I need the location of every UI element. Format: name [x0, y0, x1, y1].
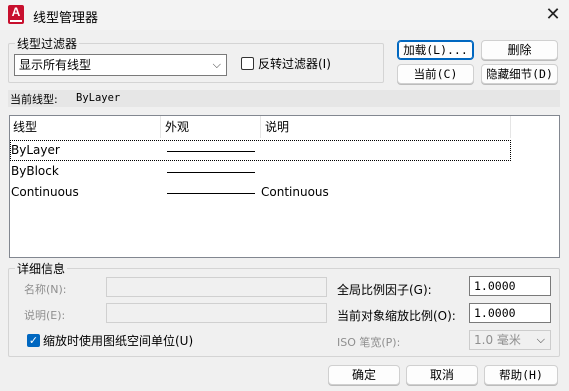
- invert-filter-label[interactable]: 反转过滤器(I): [258, 55, 331, 72]
- load-button[interactable]: 加载(L)...: [397, 40, 474, 60]
- ok-button[interactable]: 确定: [328, 365, 400, 385]
- global-scale-input[interactable]: 1.0000: [469, 276, 551, 296]
- description-field[interactable]: [106, 303, 327, 323]
- delete-button[interactable]: 删除: [481, 40, 558, 60]
- help-button[interactable]: 帮助(H): [484, 365, 558, 385]
- linetype-name: ByLayer: [11, 143, 60, 157]
- iso-pen-label: ISO 笔宽(P):: [337, 336, 401, 349]
- name-field[interactable]: [106, 277, 327, 297]
- column-header-description[interactable]: 说明: [262, 116, 511, 138]
- current-linetype-value: ByLayer: [76, 92, 121, 104]
- current-linetype-label: 当前线型:: [10, 93, 58, 106]
- cancel-button[interactable]: 取消: [406, 365, 478, 385]
- filter-select-value: 显示所有线型: [19, 58, 92, 72]
- iso-pen-value: 1.0 毫米: [474, 333, 521, 347]
- app-icon: A: [8, 5, 24, 24]
- linetype-preview: [167, 151, 255, 152]
- table-row[interactable]: ByBlock: [10, 161, 511, 182]
- description-label: 说明(E):: [24, 309, 66, 322]
- column-header-appearance[interactable]: 外观: [162, 116, 261, 138]
- current-scale-label: 当前对象缩放比例(O):: [337, 309, 456, 323]
- window-title: 线型管理器: [33, 11, 99, 26]
- current-scale-input[interactable]: 1.0000: [469, 303, 551, 323]
- filter-select[interactable]: 显示所有线型 ⌵: [14, 54, 227, 76]
- linetype-description: Continuous: [261, 185, 329, 199]
- linetype-preview: [167, 193, 255, 194]
- table-row[interactable]: ByLayer: [10, 140, 511, 161]
- details-group-label: 详细信息: [15, 260, 68, 277]
- paper-space-checkbox[interactable]: ✓: [27, 334, 40, 347]
- global-scale-label: 全局比例因子(G):: [337, 283, 432, 297]
- column-header-name[interactable]: 线型: [10, 116, 161, 138]
- iso-pen-select[interactable]: 1.0 毫米 ⌵: [469, 330, 551, 350]
- invert-filter-checkbox[interactable]: [241, 57, 254, 70]
- table-row[interactable]: Continuous Continuous: [10, 182, 511, 203]
- chevron-down-icon: ⌵: [536, 333, 545, 346]
- current-button[interactable]: 当前(C): [397, 64, 474, 84]
- linetype-preview: [167, 172, 255, 173]
- close-icon[interactable]: ✕: [540, 2, 566, 28]
- linetype-name: Continuous: [11, 185, 79, 199]
- linetype-name: ByBlock: [11, 164, 59, 178]
- linetype-list[interactable]: 线型 外观 说明 ByLayer ByBlock Continuous Cont…: [9, 115, 560, 258]
- chevron-down-icon: ⌵: [212, 58, 221, 71]
- paper-space-label[interactable]: 缩放时使用图纸空间单位(U): [43, 332, 193, 349]
- hide-details-button[interactable]: 隐藏细节(D): [481, 64, 558, 84]
- filter-group-label: 线型过滤器: [15, 35, 80, 52]
- name-label: 名称(N):: [24, 283, 67, 296]
